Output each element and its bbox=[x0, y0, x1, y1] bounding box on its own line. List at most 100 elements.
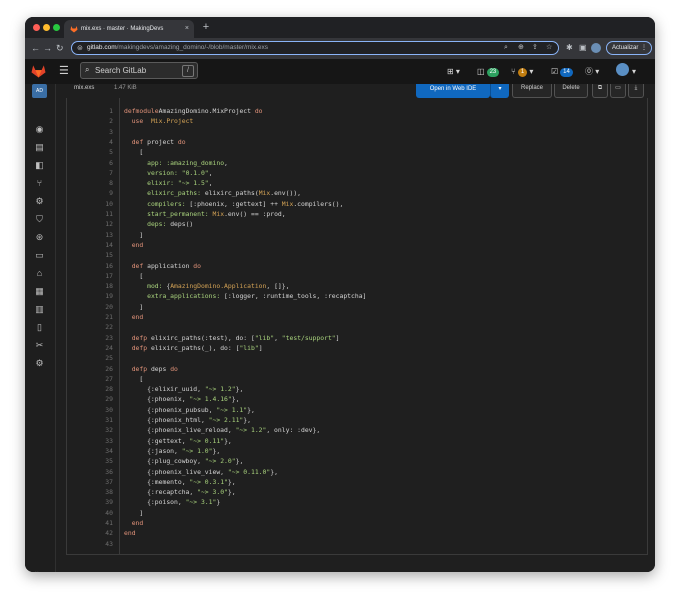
user-avatar[interactable] bbox=[616, 63, 629, 76]
issues-button[interactable]: ◫ 23 bbox=[477, 66, 500, 77]
code-token: use bbox=[131, 117, 144, 126]
user-menu-chevron-icon[interactable]: ▾ bbox=[632, 66, 636, 77]
close-window-dot[interactable] bbox=[33, 24, 40, 31]
line-number[interactable]: 37 bbox=[83, 477, 113, 487]
line-number[interactable]: 27 bbox=[83, 374, 113, 384]
menu-hamburger-icon[interactable]: ☰ bbox=[59, 64, 69, 78]
line-number[interactable]: 13 bbox=[83, 230, 113, 240]
ci-cd-icon[interactable]: ⚙ bbox=[34, 196, 45, 207]
project-avatar[interactable]: AD bbox=[32, 84, 47, 98]
line-number[interactable]: 39 bbox=[83, 497, 113, 507]
deployments-icon[interactable]: ⊛ bbox=[34, 232, 45, 243]
line-number[interactable]: 33 bbox=[83, 436, 113, 446]
line-number[interactable]: 35 bbox=[83, 456, 113, 466]
monitor-icon[interactable]: ▦ bbox=[34, 286, 45, 297]
line-number[interactable]: 36 bbox=[83, 467, 113, 477]
line-number[interactable]: 12 bbox=[83, 219, 113, 229]
line-number[interactable]: 24 bbox=[83, 343, 113, 353]
infrastructure-icon[interactable]: ⌂ bbox=[34, 268, 45, 279]
line-number[interactable]: 5 bbox=[83, 147, 113, 157]
minimize-window-dot[interactable] bbox=[43, 24, 50, 31]
search-icon[interactable]: ⌕ bbox=[504, 42, 508, 54]
line-number[interactable]: 20 bbox=[83, 302, 113, 312]
line-number[interactable]: 23 bbox=[83, 333, 113, 343]
line-number[interactable]: 26 bbox=[83, 364, 113, 374]
share-icon[interactable]: ⇪ bbox=[532, 42, 538, 54]
line-number[interactable]: 31 bbox=[83, 415, 113, 425]
todos-button[interactable]: ☑ 14 bbox=[551, 66, 573, 77]
line-number[interactable]: 38 bbox=[83, 487, 113, 497]
line-number[interactable]: 18 bbox=[83, 281, 113, 291]
line-number[interactable]: 34 bbox=[83, 446, 113, 456]
line-number[interactable]: 6 bbox=[83, 158, 113, 168]
line-number[interactable]: 21 bbox=[83, 312, 113, 322]
line-number[interactable]: 8 bbox=[83, 178, 113, 188]
security-shield-icon[interactable]: ⛉ bbox=[34, 214, 45, 225]
site-info-icon[interactable]: ⊜ bbox=[77, 44, 83, 52]
line-number[interactable]: 7 bbox=[83, 168, 113, 178]
forward-arrow-icon[interactable]: → bbox=[43, 42, 52, 55]
code-token: .compilers(), bbox=[293, 199, 344, 208]
line-number[interactable]: 28 bbox=[83, 384, 113, 394]
analytics-icon[interactable]: ▥ bbox=[34, 304, 45, 315]
line-number[interactable]: 14 bbox=[83, 240, 113, 250]
zoom-window-dot[interactable] bbox=[53, 24, 60, 31]
line-number[interactable]: 19 bbox=[83, 291, 113, 301]
line-number[interactable]: 15 bbox=[83, 250, 113, 260]
line-number[interactable]: 11 bbox=[83, 209, 113, 219]
delete-button[interactable]: Delete bbox=[554, 84, 588, 98]
merge-requests-sidebar-icon[interactable]: ⑂ bbox=[34, 178, 45, 189]
replace-button[interactable]: Replace bbox=[512, 84, 552, 98]
bookmark-star-icon[interactable]: ☆ bbox=[546, 42, 552, 54]
tab-close-icon[interactable]: × bbox=[185, 20, 189, 38]
line-number[interactable]: 42 bbox=[83, 528, 113, 538]
line-number[interactable]: 10 bbox=[83, 199, 113, 209]
sidepanel-icon[interactable]: ▣ bbox=[579, 42, 587, 54]
line-number[interactable]: 2 bbox=[83, 116, 113, 126]
code-token: "~> 3.0" bbox=[197, 488, 228, 497]
new-tab-button[interactable]: + bbox=[199, 20, 213, 34]
line-number[interactable]: 1 bbox=[83, 106, 113, 116]
back-arrow-icon[interactable]: ← bbox=[31, 42, 40, 55]
download-icon[interactable]: ⤓ bbox=[628, 84, 644, 98]
browser-tab[interactable]: mix.exs · master · MakingDevs × bbox=[64, 20, 194, 38]
ide-dropdown-chevron-icon[interactable]: ▾ bbox=[490, 84, 509, 98]
search-input[interactable]: ⌕ Search GitLab / bbox=[80, 62, 198, 79]
create-new-button[interactable]: ⊞ ▾ bbox=[447, 66, 460, 77]
line-number[interactable]: 22 bbox=[83, 322, 113, 332]
project-overview-icon[interactable]: ◉ bbox=[34, 124, 45, 135]
settings-gear-icon[interactable]: ⚙ bbox=[34, 358, 45, 369]
line-number[interactable]: 16 bbox=[83, 261, 113, 271]
repository-icon[interactable]: ▤ bbox=[34, 142, 45, 153]
line-number[interactable]: 17 bbox=[83, 271, 113, 281]
url-field[interactable]: ⊜ gitlab.com/makingdevs/amazing_domino/-… bbox=[71, 41, 559, 55]
merge-requests-button[interactable]: ⑂ 1 ▾ bbox=[511, 66, 533, 77]
open-in-web-ide-button[interactable]: Open in Web IDE bbox=[416, 84, 490, 98]
gitlab-logo-icon[interactable] bbox=[31, 64, 46, 78]
line-number[interactable]: 41 bbox=[83, 518, 113, 528]
line-number[interactable]: 4 bbox=[83, 137, 113, 147]
issues-sidebar-icon[interactable]: ◧ bbox=[34, 160, 45, 171]
line-number[interactable]: 25 bbox=[83, 353, 113, 363]
packages-icon[interactable]: ▭ bbox=[34, 250, 45, 261]
help-icon[interactable]: ⓪ ▾ bbox=[585, 66, 599, 77]
snippets-scissors-icon[interactable]: ✂ bbox=[34, 340, 45, 351]
extensions-icon[interactable]: ✱ bbox=[566, 42, 573, 54]
line-number[interactable]: 32 bbox=[83, 425, 113, 435]
line-number[interactable]: 9 bbox=[83, 188, 113, 198]
open-raw-icon[interactable]: ▭ bbox=[610, 84, 626, 98]
expand-sidebar-icon[interactable]: » bbox=[35, 568, 40, 572]
line-number[interactable]: 30 bbox=[83, 405, 113, 415]
update-button[interactable]: Actualizar ⋮ bbox=[606, 41, 652, 55]
code-line: {:jason, "~> 1.0"}, bbox=[124, 446, 220, 456]
browser-menu-icon[interactable]: ⋮ bbox=[641, 42, 647, 54]
wiki-icon[interactable]: ▯ bbox=[34, 322, 45, 333]
copy-contents-icon[interactable]: ⧉ bbox=[592, 84, 608, 98]
reload-icon[interactable]: ↻ bbox=[56, 42, 64, 55]
line-number[interactable]: 43 bbox=[83, 539, 113, 549]
line-number[interactable]: 3 bbox=[83, 127, 113, 137]
profile-avatar[interactable] bbox=[591, 43, 601, 53]
zoom-icon[interactable]: ⊕ bbox=[518, 42, 524, 54]
line-number[interactable]: 40 bbox=[83, 508, 113, 518]
line-number[interactable]: 29 bbox=[83, 394, 113, 404]
